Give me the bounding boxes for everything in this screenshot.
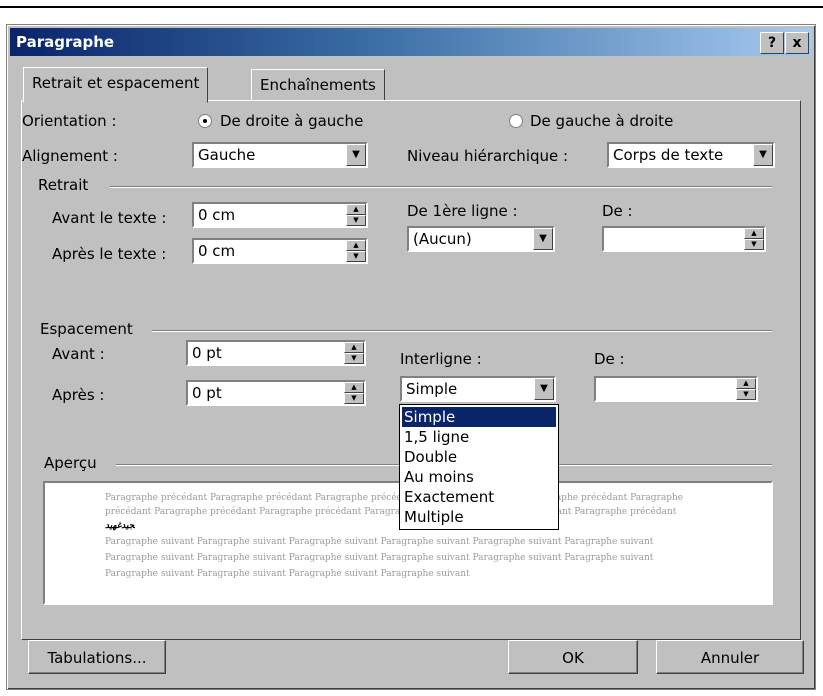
preview-group-label: Aperçu [44, 454, 97, 472]
spacing-group-divider [152, 330, 772, 332]
line-spacing-option-at-least[interactable]: Au moins [402, 467, 556, 487]
line-spacing-dropdown: Simple 1,5 ligne Double Au moins Exactem… [399, 404, 559, 530]
spin-down-icon[interactable]: ▼ [344, 393, 364, 404]
indent-by-field[interactable]: ▲ ▼ [602, 226, 766, 252]
spin-up-icon[interactable]: ▲ [736, 378, 756, 389]
line-spacing-select[interactable]: Simple ▼ [400, 376, 556, 402]
spacing-after-label: Après : [52, 386, 105, 404]
indent-after-label: Après le texte : [52, 245, 167, 263]
indent-before-value: 0 cm [198, 206, 236, 224]
spin-up-icon[interactable]: ▲ [344, 382, 364, 393]
preview-current-paragraph: ﺠﻴﺪﻏﻬﻴﺪ [105, 521, 135, 531]
line-spacing-option-double[interactable]: Double [402, 447, 556, 467]
ok-button[interactable]: OK [508, 640, 638, 674]
close-button[interactable]: x [785, 32, 809, 54]
spin-down-icon[interactable]: ▼ [346, 251, 366, 262]
radio-right-to-left[interactable] [198, 114, 212, 128]
line-spacing-option-exactly[interactable]: Exactement [402, 487, 556, 507]
spacing-by-field[interactable]: ▲ ▼ [594, 376, 758, 402]
line-spacing-option-1-5[interactable]: 1,5 ligne [402, 427, 556, 447]
spin-up-icon[interactable]: ▲ [344, 342, 364, 353]
preview-line: Paragraphe suivant Paragraphe suivant Pa… [105, 537, 654, 547]
indent-group-divider [110, 186, 772, 188]
radio-left-to-right-label[interactable]: De gauche à droite [530, 112, 673, 130]
preview-line: Paragraphe suivant Paragraphe suivant Pa… [105, 553, 654, 563]
first-line-label: De 1ère ligne : [407, 202, 518, 220]
chevron-down-icon[interactable]: ▼ [533, 228, 553, 250]
line-spacing-option-multiple[interactable]: Multiple [402, 507, 556, 527]
help-button[interactable]: ? [760, 32, 784, 54]
tab-line-page-breaks[interactable]: Enchaînements [251, 69, 385, 101]
indent-after-value: 0 cm [198, 242, 236, 260]
outline-level-label: Niveau hiérarchique : [407, 147, 569, 165]
indent-after-field[interactable]: 0 cm ▲ ▼ [192, 238, 368, 264]
spin-down-icon[interactable]: ▼ [744, 239, 764, 250]
orientation-label: Orientation : [22, 112, 117, 130]
spin-up-icon[interactable]: ▲ [346, 240, 366, 251]
alignment-label: Alignement : [22, 147, 118, 165]
top-border-line [0, 6, 823, 8]
preview-line: précédant Paragraphe précédant Paragraph… [105, 507, 677, 517]
chevron-down-icon[interactable]: ▼ [346, 144, 366, 166]
spin-down-icon[interactable]: ▼ [344, 353, 364, 364]
radio-right-to-left-label[interactable]: De droite à gauche [220, 112, 363, 130]
spacing-after-value: 0 pt [192, 384, 222, 402]
tab-indents-spacing[interactable]: Retrait et espacement [23, 67, 209, 103]
outline-level-value: Corps de texte [613, 146, 724, 164]
alignment-select[interactable]: Gauche ▼ [192, 142, 368, 168]
preview-line: Paragraphe suivant Paragraphe suivant Pa… [105, 569, 470, 579]
chevron-down-icon[interactable]: ▼ [753, 144, 773, 166]
indent-by-label: De : [602, 202, 633, 220]
indent-group-label: Retrait [38, 176, 89, 194]
alignment-value: Gauche [198, 146, 256, 164]
spacing-after-field[interactable]: 0 pt ▲ ▼ [186, 380, 366, 406]
title-bar: Paragraphe ? x [10, 28, 812, 56]
tabs-button[interactable]: Tabulations... [28, 640, 166, 674]
chevron-down-icon[interactable]: ▼ [534, 378, 554, 400]
line-spacing-label: Interligne : [400, 350, 482, 368]
outline-level-select[interactable]: Corps de texte ▼ [607, 142, 775, 168]
indent-before-field[interactable]: 0 cm ▲ ▼ [192, 202, 368, 228]
dialog-title: Paragraphe [16, 33, 115, 51]
spacing-group-label: Espacement [40, 320, 133, 338]
first-line-value: (Aucun) [413, 230, 472, 248]
line-spacing-option-simple[interactable]: Simple [402, 407, 556, 427]
spin-up-icon[interactable]: ▲ [346, 204, 366, 215]
spacing-before-label: Avant : [52, 345, 105, 363]
indent-before-label: Avant le texte : [52, 209, 167, 227]
preview-line: Paragraphe précédant Paragraphe précédan… [105, 493, 684, 503]
spin-down-icon[interactable]: ▼ [736, 389, 756, 400]
spacing-by-label: De : [594, 350, 625, 368]
spin-up-icon[interactable]: ▲ [744, 228, 764, 239]
line-spacing-value: Simple [406, 380, 458, 398]
first-line-select[interactable]: (Aucun) ▼ [407, 226, 555, 252]
spin-down-icon[interactable]: ▼ [346, 215, 366, 226]
radio-left-to-right[interactable] [509, 114, 523, 128]
cancel-button[interactable]: Annuler [656, 640, 804, 674]
spacing-before-field[interactable]: 0 pt ▲ ▼ [186, 340, 366, 366]
spacing-before-value: 0 pt [192, 344, 222, 362]
